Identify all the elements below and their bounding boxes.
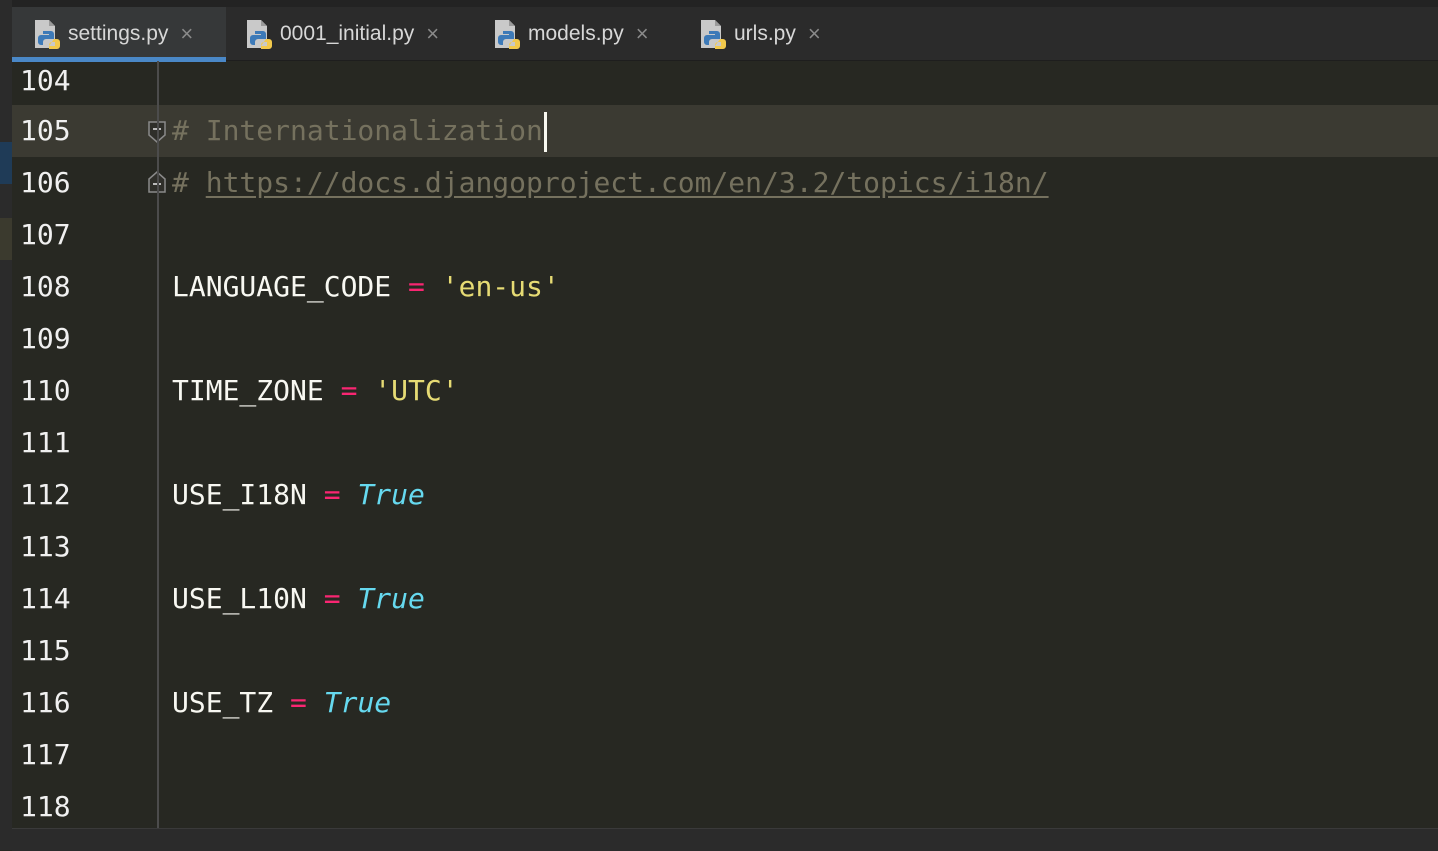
code-line[interactable]: 112 USE_I18N = True [12,469,1438,521]
line-number: 112 [20,478,71,511]
strip-marker [0,142,12,184]
line-number: 116 [20,686,71,719]
string-value: 'en-us' [441,270,560,303]
close-icon[interactable]: × [636,23,649,45]
operator: = [323,582,341,615]
code-text: USE_I18N = True [172,469,425,521]
line-number: 118 [20,790,71,823]
tab-label: settings.py [68,22,169,45]
code-line[interactable]: 109 [12,313,1438,365]
code-line[interactable]: 106 # https://docs.djangoproject.com/en/… [12,157,1438,209]
python-file-icon [244,18,274,50]
gutter-divider [157,61,159,828]
line-number: 114 [20,582,71,615]
line-number: 110 [20,374,71,407]
code-text: USE_TZ = True [172,677,391,729]
code-line[interactable]: 118 [12,781,1438,833]
code-line[interactable]: 115 [12,625,1438,677]
line-number: 111 [20,426,71,459]
close-icon[interactable]: × [426,23,439,45]
boolean-value: True [357,582,425,615]
editor-tab-bar: settings.py × 0001_initial.py × models.p… [12,0,1438,62]
line-number: 108 [20,270,71,303]
python-file-icon [492,18,522,50]
code-line-current[interactable]: 105 # Internationalization [12,105,1438,157]
line-number: 107 [20,218,71,251]
horizontal-scrollbar[interactable] [12,828,1438,851]
variable-name: USE_L10N [172,582,307,615]
code-line[interactable]: 107 [12,209,1438,261]
operator: = [290,686,307,719]
line-number: 115 [20,634,71,667]
operator: = [408,270,425,303]
string-value: 'UTC' [374,374,459,407]
line-number: 106 [20,166,71,199]
operator: = [323,478,341,511]
close-icon[interactable]: × [180,23,193,45]
line-number: 104 [20,64,71,97]
doc-link[interactable]: https://docs.djangoproject.com/en/3.2/to… [206,166,1049,199]
boolean-value: True [357,478,425,511]
python-file-icon [698,18,728,50]
code-text: # Internationalization [172,105,547,157]
code-line[interactable]: 110 TIME_ZONE = 'UTC' [12,365,1438,417]
operator: = [340,374,358,407]
code-line[interactable]: 108 LANGUAGE_CODE = 'en-us' [12,261,1438,313]
code-text: LANGUAGE_CODE = 'en-us' [172,261,560,313]
variable-name: TIME_ZONE [172,374,324,407]
line-number: 105 [20,114,71,147]
boolean-value: True [323,686,392,719]
code-line[interactable]: 104 [12,55,1438,107]
code-line[interactable]: 116 USE_TZ = True [12,677,1438,729]
line-number: 117 [20,738,71,771]
strip-marker [0,218,12,260]
tab-label: models.py [528,22,624,45]
code-editor[interactable]: 104 105 # Internationalization 106 # htt… [12,61,1438,828]
tool-window-strip [0,0,12,850]
code-line[interactable]: 113 [12,521,1438,573]
tab-settings[interactable]: settings.py × [12,7,226,62]
comment-text: # Internationalization [172,114,543,147]
variable-name: LANGUAGE_CODE [172,270,392,303]
code-line[interactable]: 111 [12,417,1438,469]
line-number: 113 [20,530,71,563]
tab-urls[interactable]: urls.py × [698,7,848,61]
code-line[interactable]: 114 USE_L10N = True [12,573,1438,625]
code-text: USE_L10N = True [172,573,425,625]
code-text: # https://docs.djangoproject.com/en/3.2/… [172,157,1049,209]
tab-label: 0001_initial.py [280,22,415,45]
line-number: 109 [20,322,71,355]
tab-models[interactable]: models.py × [492,7,682,61]
code-text: TIME_ZONE = 'UTC' [172,365,459,417]
python-file-icon [32,18,62,50]
code-line[interactable]: 117 [12,729,1438,781]
tab-0001-initial[interactable]: 0001_initial.py × [244,7,474,61]
text-caret [543,112,547,152]
variable-name: USE_TZ [172,686,274,719]
close-icon[interactable]: × [808,23,821,45]
tab-label: urls.py [734,22,796,45]
comment-prefix: # [172,166,206,199]
variable-name: USE_I18N [172,478,307,511]
